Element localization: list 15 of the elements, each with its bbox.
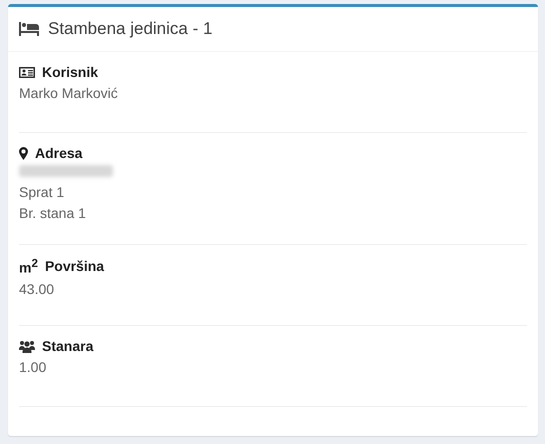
card-title: Stambena jedinica - 1 bbox=[48, 19, 212, 39]
map-marker-icon bbox=[19, 146, 28, 160]
unit-label: m$^{2}$ bbox=[19, 257, 38, 276]
field-value: 1.00 bbox=[19, 358, 48, 377]
id-card-icon bbox=[19, 66, 35, 78]
users-icon bbox=[19, 340, 35, 352]
field-label: Stanara bbox=[42, 338, 94, 354]
field-label: Korisnik bbox=[42, 64, 98, 80]
field-label: Površina bbox=[44, 258, 104, 274]
bed-icon bbox=[19, 22, 39, 36]
field-label: Adresa bbox=[35, 145, 82, 161]
field-value: Marko Marković bbox=[19, 84, 119, 103]
field-value: Sprat 1 bbox=[19, 183, 66, 202]
field-value: 43.00 bbox=[19, 280, 56, 299]
field-value: Br. stana 1 bbox=[19, 204, 87, 223]
